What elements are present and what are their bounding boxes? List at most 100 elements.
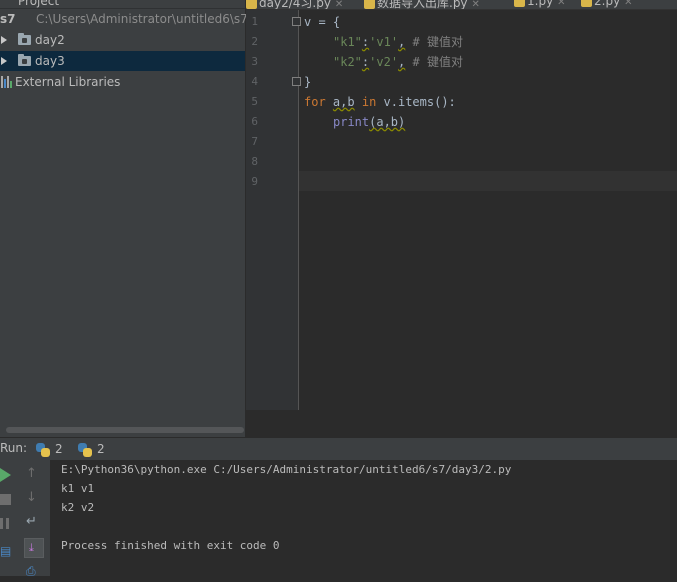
code-keyword: for [304, 95, 326, 109]
run-console[interactable]: E:\Python36\python.exe C:/Users/Administ… [50, 460, 677, 576]
code-text: a,b [332, 95, 355, 109]
close-icon[interactable]: ✕ [624, 0, 632, 8]
code-text: , [398, 55, 406, 69]
code-line-3[interactable]: "k2":'v2', # 键值对 [333, 52, 463, 72]
run-button[interactable] [0, 466, 18, 484]
console-line: k2 v2 [61, 501, 95, 514]
run-tab[interactable]: 2 [78, 440, 105, 458]
pause-icon [0, 518, 12, 529]
pause-button[interactable] [0, 515, 18, 533]
code-line-1[interactable]: v = { [304, 12, 340, 32]
editor-tabs: day2/4习.py ✕ 数据导入出库.py ✕ 1.py ✕ 2.py ✕ [246, 0, 677, 10]
caret-line-highlight [299, 171, 677, 191]
line-number: 5 [251, 95, 258, 108]
run-icon [0, 468, 11, 482]
folder-icon [18, 33, 31, 45]
line-number: 2 [251, 35, 258, 48]
fold-marker-icon[interactable] [292, 77, 301, 86]
up-arrow-icon: ↑ [26, 466, 37, 481]
line-number: 7 [251, 135, 258, 148]
tree-item-day3[interactable]: day3 [0, 51, 245, 71]
print-button[interactable]: ⎙ [26, 564, 44, 582]
project-panel: Project s7 C:\Users\Administrator\untitl… [0, 0, 248, 437]
tree-item-s7-label: s7 [0, 12, 16, 26]
tree-item-external-libraries-label: External Libraries [15, 75, 121, 89]
code-comment: # 键值对 [412, 35, 463, 49]
up-button[interactable]: ↑ [26, 466, 44, 484]
close-icon[interactable]: ✕ [472, 0, 480, 9]
libraries-icon [1, 76, 13, 88]
folder-icon [18, 54, 31, 66]
line-number: 8 [251, 155, 258, 168]
line-number: 1 [251, 15, 258, 28]
tab-label: 数据导入出库.py [377, 0, 468, 10]
expand-arrow-icon[interactable] [1, 36, 7, 44]
run-toolbar: ↑ ↓ ↵ ⤓ ▤ ⎙ [0, 460, 50, 578]
line-number: 6 [251, 115, 258, 128]
tree-item-day2[interactable]: day2 [0, 30, 245, 50]
code-line-2[interactable]: "k1":'v1', # 键值对 [333, 32, 463, 52]
run-label: Run: [0, 441, 28, 455]
project-panel-title: Project [18, 0, 60, 8]
close-icon[interactable]: ✕ [557, 0, 565, 8]
python-file-icon [514, 0, 525, 7]
tab-label: 2.py [594, 0, 621, 8]
tab-1py[interactable]: 1.py ✕ [514, 0, 566, 9]
tree-item-s7-path: C:\Users\Administrator\untitled6\s7 [36, 12, 248, 26]
run-tab-label: 2 [55, 442, 63, 456]
tree-item-external-libraries[interactable]: External Libraries [0, 72, 245, 92]
console-line: k1 v1 [61, 482, 95, 495]
stop-icon [0, 494, 11, 505]
code-text: v.items(): [383, 95, 456, 109]
code-line-4[interactable]: } [304, 72, 311, 92]
editor-bottom [246, 410, 677, 437]
soft-wrap-button[interactable]: ↵ [26, 514, 44, 532]
line-number: 3 [251, 55, 258, 68]
code-keyword: in [361, 95, 377, 109]
console-line: E:\Python36\python.exe C:/Users/Administ… [61, 463, 512, 476]
code-string: "k1" [333, 35, 362, 49]
code-text: (a,b) [369, 115, 406, 129]
tree-item-day3-label: day3 [35, 54, 65, 68]
tab-day2[interactable]: day2/4习.py ✕ [246, 0, 343, 9]
python-file-icon [246, 0, 257, 9]
code-builtin: print [333, 115, 370, 129]
code-string: 'v1' [369, 35, 399, 49]
scroll-to-end-button[interactable]: ⤓ [24, 538, 44, 558]
run-tab[interactable]: 2 [36, 440, 63, 458]
python-run-icon [36, 442, 50, 457]
line-number: 9 [251, 175, 258, 188]
code-text: , [398, 35, 406, 49]
down-arrow-icon: ↓ [26, 490, 37, 505]
down-button[interactable]: ↓ [26, 490, 44, 508]
code-text: } [304, 75, 312, 89]
run-tab-label: 2 [97, 442, 105, 456]
run-panel-header: Run: 2 2 [0, 437, 677, 460]
tab-label: 1.py [527, 0, 554, 8]
code-text: v = { [304, 15, 341, 29]
stop-button[interactable] [0, 491, 18, 509]
settings-button[interactable]: ▤ [0, 544, 18, 562]
tree-item-day2-label: day2 [35, 33, 65, 47]
code-line-5[interactable]: for a,b in v.items(): [304, 92, 456, 112]
horizontal-scrollbar[interactable] [6, 427, 244, 433]
fold-marker-icon[interactable] [292, 17, 301, 26]
scroll-to-end-icon: ⤓ [29, 541, 34, 554]
tab-label: day2/4习.py [259, 0, 331, 10]
tree-item-s7[interactable]: s7 C:\Users\Administrator\untitled6\s7 [0, 9, 248, 29]
python-file-icon [581, 0, 592, 7]
fold-guide [298, 10, 299, 410]
line-number: 4 [251, 75, 258, 88]
python-run-icon [78, 442, 92, 457]
code-comment: # 键值对 [412, 55, 463, 69]
console-line: Process finished with exit code 0 [61, 539, 280, 552]
tab-2py[interactable]: 2.py ✕ [581, 0, 633, 9]
layout-icon: ▤ [0, 544, 12, 558]
code-string: 'v2' [369, 55, 399, 69]
close-icon[interactable]: ✕ [335, 0, 343, 9]
tab-data-import[interactable]: 数据导入出库.py ✕ [364, 0, 480, 9]
expand-arrow-icon[interactable] [1, 57, 7, 65]
code-string: "k2" [333, 55, 362, 69]
code-line-6[interactable]: print(a,b) [333, 112, 405, 132]
project-panel-header: Project [0, 0, 245, 9]
